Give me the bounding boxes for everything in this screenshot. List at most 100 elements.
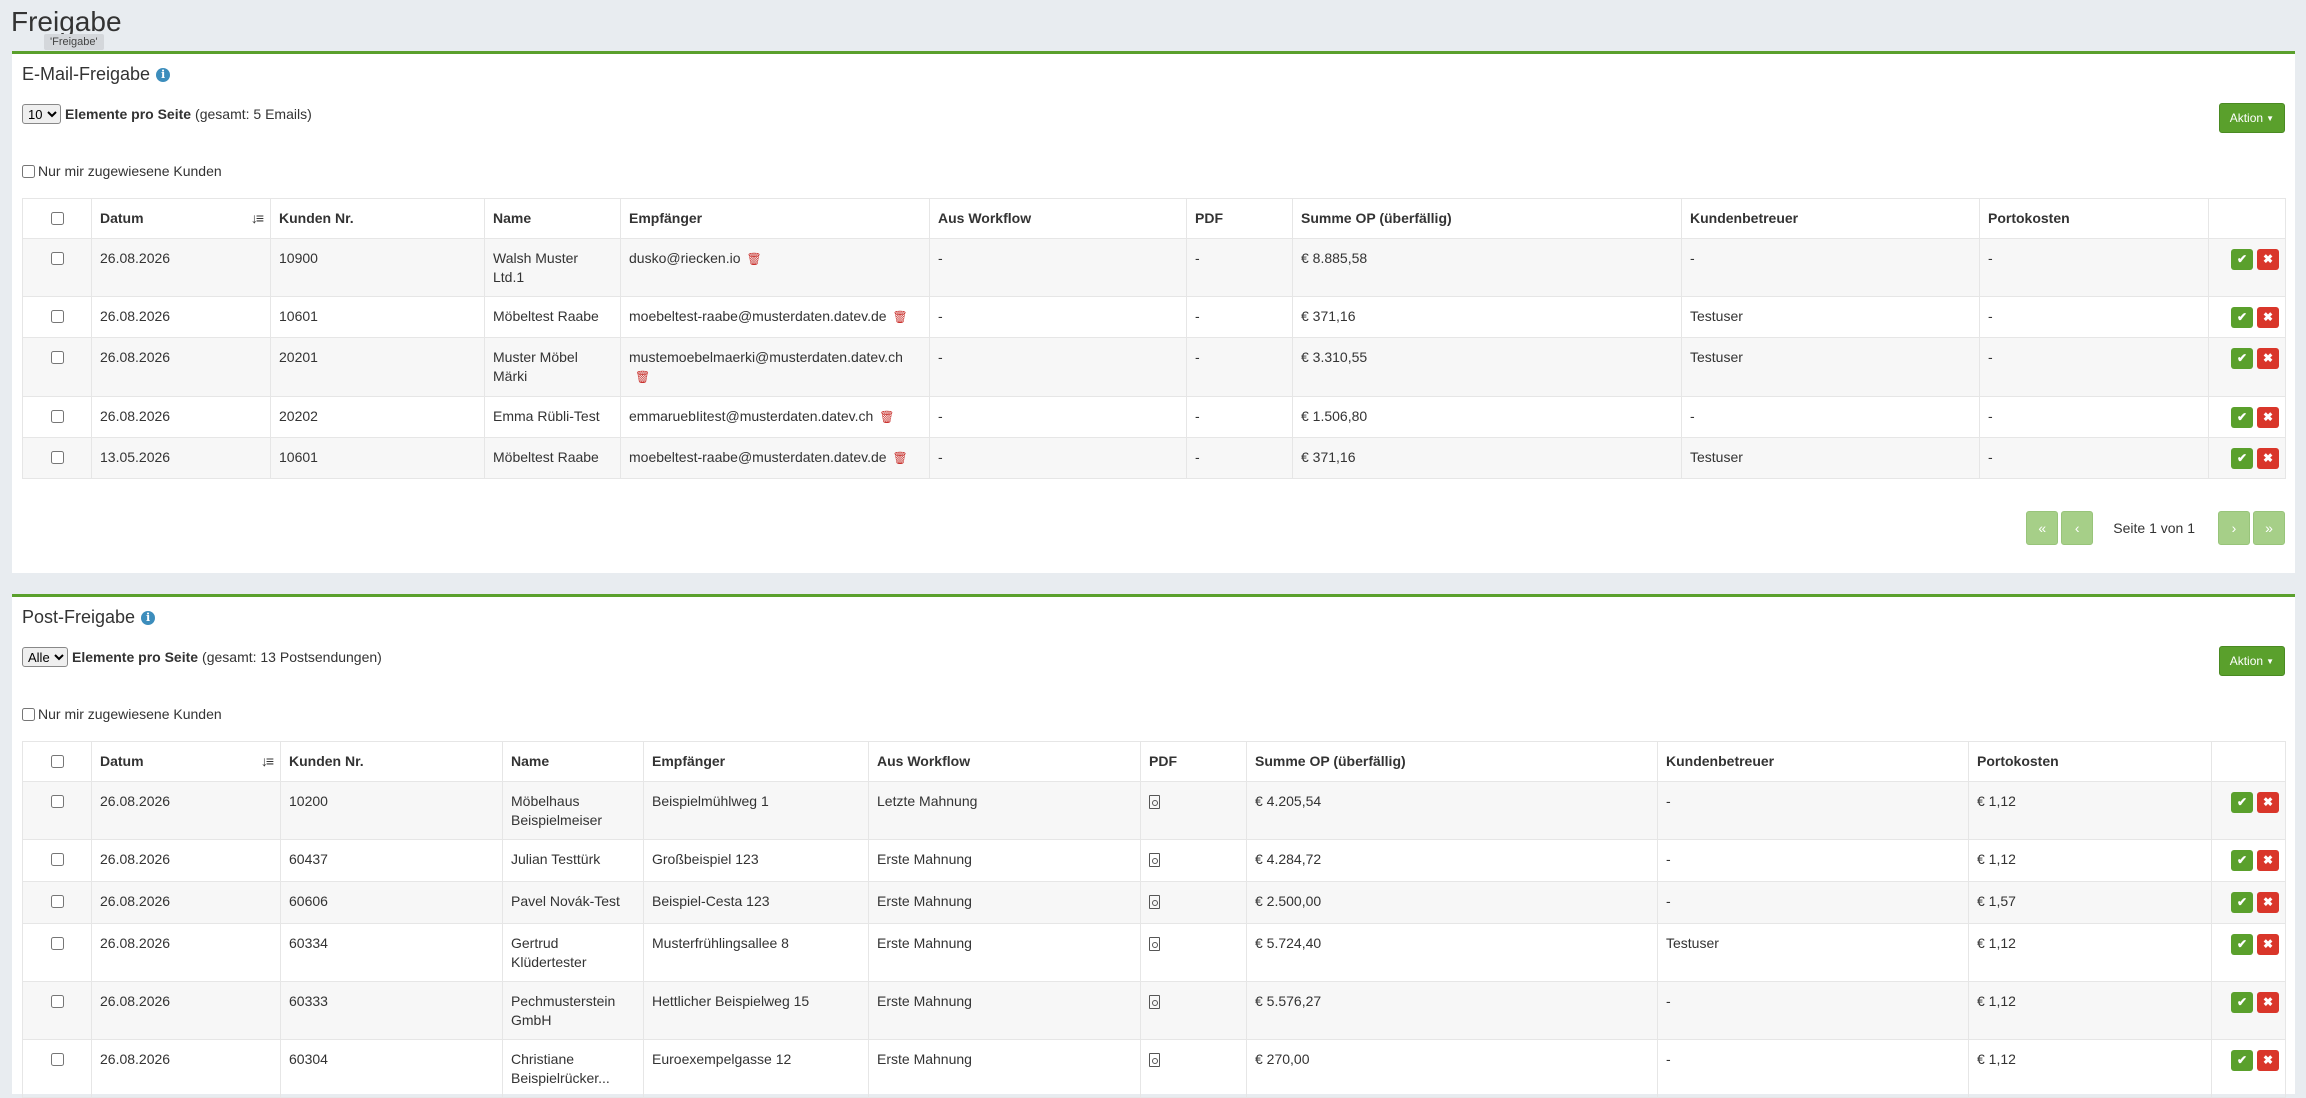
info-icon[interactable]: i: [141, 610, 156, 625]
post-aktion-button[interactable]: Aktion ▼: [2218, 646, 2285, 676]
row-checkbox-cell: [22, 337, 92, 397]
cell-datum: 26.08.2026: [91, 238, 271, 297]
pdf-file-icon[interactable]: [1149, 937, 1160, 951]
trash-icon[interactable]: 🗑: [747, 252, 762, 266]
email-perpage-label: Elemente pro Seite: [65, 106, 192, 122]
cell-kundenbetreuer: Testuser: [1657, 923, 1969, 982]
table-row: 26.08.2026 60606 Pavel Novák-Test Beispi…: [22, 881, 2286, 924]
cell-aus-workflow: -: [929, 437, 1187, 479]
cell-actions: ✔ ✖: [2211, 923, 2286, 982]
row-checkbox[interactable]: [50, 1053, 64, 1066]
reject-button[interactable]: ✖: [2257, 792, 2279, 813]
trash-icon[interactable]: 🗑: [879, 410, 894, 424]
cell-name: Pavel Novák-Test: [502, 881, 644, 924]
info-icon[interactable]: i: [156, 67, 171, 82]
approve-button[interactable]: ✔: [2231, 934, 2253, 955]
col-empfaenger: Empfänger: [643, 741, 869, 782]
cell-empfaenger: mustemoebelmaerki@musterdaten.datev.ch 🗑: [620, 337, 930, 397]
sort-icon[interactable]: ↓≡: [261, 752, 274, 771]
row-checkbox[interactable]: [50, 995, 64, 1008]
reject-button[interactable]: ✖: [2257, 992, 2279, 1013]
post-perpage-select[interactable]: Alle: [22, 647, 68, 667]
post-mine-label: Nur mir zugewiesene Kunden: [38, 706, 222, 722]
cell-aus-workflow: -: [929, 238, 1187, 297]
cell-aus-workflow: Letzte Mahnung: [868, 781, 1141, 840]
pdf-file-icon[interactable]: [1149, 995, 1160, 1009]
sort-icon[interactable]: ↓≡: [251, 209, 264, 228]
approve-button[interactable]: ✔: [2231, 792, 2253, 813]
pdf-file-icon[interactable]: [1149, 853, 1160, 867]
pdf-file-icon[interactable]: [1149, 895, 1160, 909]
post-select-all-checkbox[interactable]: [50, 755, 64, 768]
email-perpage-select[interactable]: 10: [22, 104, 61, 124]
row-checkbox-cell: [22, 396, 92, 438]
approve-button[interactable]: ✔: [2231, 892, 2253, 913]
approve-button[interactable]: ✔: [2231, 1050, 2253, 1071]
post-mine-filter[interactable]: Nur mir zugewiesene Kunden: [22, 706, 222, 722]
trash-icon[interactable]: 🗑: [893, 451, 908, 465]
caret-down-icon: ▼: [2266, 656, 2274, 666]
col-actions: [2208, 198, 2286, 239]
email-mine-filter[interactable]: Nur mir zugewiesene Kunden: [22, 163, 222, 179]
row-checkbox[interactable]: [50, 410, 64, 423]
cell-aus-workflow: Erste Mahnung: [868, 981, 1141, 1040]
reject-button[interactable]: ✖: [2257, 1050, 2279, 1071]
close-icon: ✖: [2262, 310, 2274, 324]
reject-button[interactable]: ✖: [2257, 850, 2279, 871]
cell-pdf: [1140, 881, 1247, 924]
email-aktion-button[interactable]: Aktion ▼: [2218, 103, 2285, 133]
reject-button[interactable]: ✖: [2257, 407, 2279, 428]
trash-icon[interactable]: 🗑: [893, 310, 908, 324]
col-summe-op: Summe OP (überfällig): [1246, 741, 1658, 782]
row-checkbox[interactable]: [50, 795, 64, 808]
select-all-cell: [22, 198, 92, 239]
cell-actions: ✔ ✖: [2208, 337, 2286, 397]
row-checkbox[interactable]: [50, 895, 64, 908]
row-checkbox[interactable]: [50, 853, 64, 866]
row-checkbox[interactable]: [50, 252, 64, 265]
approve-button[interactable]: ✔: [2231, 348, 2253, 369]
reject-button[interactable]: ✖: [2257, 307, 2279, 328]
prev-page-button[interactable]: ‹: [2061, 511, 2094, 545]
reject-button[interactable]: ✖: [2257, 348, 2279, 369]
row-checkbox[interactable]: [50, 351, 64, 364]
post-mine-checkbox[interactable]: [22, 707, 35, 721]
approve-button[interactable]: ✔: [2231, 448, 2253, 469]
row-checkbox-cell: [22, 296, 92, 338]
reject-button[interactable]: ✖: [2257, 934, 2279, 955]
col-datum[interactable]: Datum ↓≡: [91, 198, 271, 239]
reject-button[interactable]: ✖: [2257, 249, 2279, 270]
check-icon: ✔: [2236, 1053, 2248, 1067]
cell-datum: 26.08.2026: [91, 1039, 281, 1098]
cell-empfaenger: dusko@riecken.io 🗑: [620, 238, 930, 297]
pdf-file-icon[interactable]: [1149, 795, 1160, 809]
email-select-all-checkbox[interactable]: [50, 212, 64, 225]
row-checkbox[interactable]: [50, 451, 64, 464]
trash-icon[interactable]: 🗑: [635, 370, 650, 384]
col-datum[interactable]: Datum ↓≡: [91, 741, 281, 782]
cell-kundenbetreuer: -: [1681, 238, 1980, 297]
cell-datum: 26.08.2026: [91, 839, 281, 882]
cell-portokosten: € 1,12: [1968, 923, 2212, 982]
cell-portokosten: -: [1979, 296, 2209, 338]
row-checkbox[interactable]: [50, 937, 64, 950]
cell-portokosten: € 1,12: [1968, 1039, 2212, 1098]
col-portokosten: Portokosten: [1979, 198, 2209, 239]
approve-button[interactable]: ✔: [2231, 850, 2253, 871]
cell-datum: 26.08.2026: [91, 923, 281, 982]
row-checkbox[interactable]: [50, 310, 64, 323]
approve-button[interactable]: ✔: [2231, 307, 2253, 328]
reject-button[interactable]: ✖: [2257, 448, 2279, 469]
email-mine-checkbox[interactable]: [22, 164, 35, 178]
approve-button[interactable]: ✔: [2231, 407, 2253, 428]
approve-button[interactable]: ✔: [2231, 249, 2253, 270]
last-page-button[interactable]: »: [2253, 511, 2285, 545]
cell-datum: 26.08.2026: [91, 396, 271, 438]
approve-button[interactable]: ✔: [2231, 992, 2253, 1013]
pdf-file-icon[interactable]: [1149, 1053, 1160, 1067]
next-page-button[interactable]: ›: [2218, 511, 2250, 545]
cell-portokosten: € 1,57: [1968, 881, 2212, 924]
reject-button[interactable]: ✖: [2257, 892, 2279, 913]
caret-down-icon: ▼: [2266, 113, 2274, 123]
first-page-button[interactable]: «: [2026, 511, 2059, 545]
